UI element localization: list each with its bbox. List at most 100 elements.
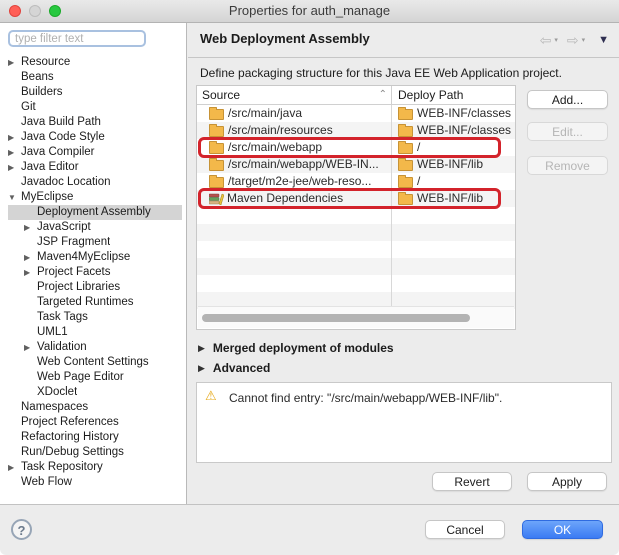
table-row-empty bbox=[197, 258, 515, 275]
sidebar-item-git[interactable]: Git bbox=[8, 100, 182, 115]
section-advanced[interactable]: ▶ Advanced bbox=[198, 361, 270, 375]
sidebar-item-web-flow[interactable]: Web Flow bbox=[8, 475, 182, 490]
cancel-button[interactable]: Cancel bbox=[425, 520, 505, 539]
expand-icon[interactable]: ▶ bbox=[198, 343, 205, 354]
sidebar-item-maven4myeclipse[interactable]: ▶Maven4MyEclipse bbox=[8, 250, 182, 265]
sidebar-item-project-references[interactable]: Project References bbox=[8, 415, 182, 430]
expand-icon[interactable]: ▶ bbox=[8, 145, 21, 160]
folder-icon bbox=[209, 143, 224, 154]
sidebar-item-deployment-assembly[interactable]: Deployment Assembly bbox=[8, 205, 182, 220]
table-row-src-main-java[interactable]: /src/main/javaWEB-INF/classes bbox=[197, 105, 515, 122]
table-row-target-m2e-jee-web-reso[interactable]: /target/m2e-jee/web-reso.../ bbox=[197, 173, 515, 190]
sidebar-item-label: Project Facets bbox=[37, 265, 111, 280]
table-row-src-main-webapp-web-in[interactable]: /src/main/webapp/WEB-IN...WEB-INF/lib bbox=[197, 156, 515, 173]
deploy-path-cell: WEB-INF/lib bbox=[392, 156, 515, 173]
sidebar-item-xdoclet[interactable]: XDoclet bbox=[8, 385, 182, 400]
table-row-maven-dependencies[interactable]: Maven Dependencies WEB-INF/lib bbox=[197, 190, 515, 207]
sidebar-item-run-debug-settings[interactable]: Run/Debug Settings bbox=[8, 445, 182, 460]
expand-icon[interactable]: ▶ bbox=[24, 250, 37, 265]
deploy-path: WEB-INF/lib bbox=[417, 190, 483, 207]
add-button[interactable]: Add... bbox=[527, 90, 608, 109]
ok-button[interactable]: OK bbox=[522, 520, 603, 539]
apply-button[interactable]: Apply bbox=[527, 472, 607, 491]
deploy-path-cell bbox=[392, 258, 515, 275]
folder-icon bbox=[398, 160, 413, 171]
sidebar-item-refactoring-history[interactable]: Refactoring History bbox=[8, 430, 182, 445]
source-path: Maven Dependencies bbox=[227, 190, 343, 207]
sidebar-item-javascript[interactable]: ▶JavaScript bbox=[8, 220, 182, 235]
expand-icon[interactable]: ▶ bbox=[24, 265, 37, 280]
expand-icon[interactable]: ▶ bbox=[8, 460, 21, 475]
sidebar-item-label: Java Compiler bbox=[21, 145, 95, 160]
expand-icon[interactable]: ▶ bbox=[198, 363, 205, 374]
view-menu-icon[interactable]: ▼ bbox=[598, 34, 609, 46]
horizontal-scrollbar[interactable] bbox=[198, 306, 514, 328]
sidebar-item-java-compiler[interactable]: ▶Java Compiler bbox=[8, 145, 182, 160]
sidebar-item-task-repository[interactable]: ▶Task Repository bbox=[8, 460, 182, 475]
sidebar-item-label: Java Editor bbox=[21, 160, 79, 175]
sidebar-item-label: Java Code Style bbox=[21, 130, 105, 145]
expand-icon[interactable]: ▶ bbox=[8, 55, 21, 70]
header-toolbar: ⇦▾ ⇨▾ ▼ bbox=[540, 33, 609, 47]
sidebar-item-label: Resource bbox=[21, 55, 70, 70]
scrollbar-thumb[interactable] bbox=[202, 314, 470, 322]
collapse-icon[interactable]: ▼ bbox=[8, 190, 21, 205]
maven-library-icon bbox=[209, 193, 224, 205]
page-title: Web Deployment Assembly bbox=[200, 31, 370, 46]
sidebar-item-project-libraries[interactable]: Project Libraries bbox=[8, 280, 182, 295]
expand-icon[interactable]: ▶ bbox=[24, 220, 37, 235]
column-header-source[interactable]: Source ⌃ bbox=[197, 86, 392, 104]
sidebar-item-web-page-editor[interactable]: Web Page Editor bbox=[8, 370, 182, 385]
sidebar-item-javadoc-location[interactable]: Javadoc Location bbox=[8, 175, 182, 190]
sidebar-item-myeclipse[interactable]: ▼MyEclipse bbox=[8, 190, 182, 205]
source-cell: /src/main/resources bbox=[197, 122, 392, 139]
sidebar-item-task-tags[interactable]: Task Tags bbox=[8, 310, 182, 325]
sidebar-item-java-editor[interactable]: ▶Java Editor bbox=[8, 160, 182, 175]
sidebar-item-resource[interactable]: ▶Resource bbox=[8, 55, 182, 70]
source-cell: Maven Dependencies bbox=[197, 190, 392, 207]
sidebar-item-project-facets[interactable]: ▶Project Facets bbox=[8, 265, 182, 280]
expand-icon[interactable]: ▶ bbox=[24, 340, 37, 355]
deploy-path: WEB-INF/classes bbox=[417, 105, 511, 122]
revert-button[interactable]: Revert bbox=[432, 472, 512, 491]
sidebar-item-targeted-runtimes[interactable]: Targeted Runtimes bbox=[8, 295, 182, 310]
sidebar-item-namespaces[interactable]: Namespaces bbox=[8, 400, 182, 415]
sidebar-item-jsp-fragment[interactable]: JSP Fragment bbox=[8, 235, 182, 250]
deploy-path-cell bbox=[392, 207, 515, 224]
deploy-path-cell: WEB-INF/classes bbox=[392, 122, 515, 139]
folder-icon bbox=[209, 126, 224, 137]
sidebar-item-beans[interactable]: Beans bbox=[8, 70, 182, 85]
source-column-label: Source bbox=[202, 86, 240, 104]
filter-input[interactable] bbox=[8, 30, 146, 47]
expand-icon[interactable]: ▶ bbox=[8, 130, 21, 145]
sort-ascending-icon: ⌃ bbox=[379, 86, 391, 104]
forward-icon[interactable]: ⇨ bbox=[567, 33, 579, 47]
table-row-src-main-webapp[interactable]: /src/main/webapp/ bbox=[197, 139, 515, 156]
back-menu-icon[interactable]: ▾ bbox=[554, 36, 558, 44]
folder-icon bbox=[209, 177, 224, 188]
sidebar-item-label: Web Content Settings bbox=[37, 355, 149, 370]
sidebar-item-builders[interactable]: Builders bbox=[8, 85, 182, 100]
deploy-path: / bbox=[417, 139, 420, 156]
sidebar-item-label: Task Tags bbox=[37, 310, 88, 325]
deploy-path-cell bbox=[392, 275, 515, 292]
sidebar-item-validation[interactable]: ▶Validation bbox=[8, 340, 182, 355]
sidebar-item-label: Java Build Path bbox=[21, 115, 101, 130]
table-row-empty bbox=[197, 207, 515, 224]
folder-icon bbox=[398, 109, 413, 120]
sidebar-item-java-code-style[interactable]: ▶Java Code Style bbox=[8, 130, 182, 145]
sidebar-item-label: Project Libraries bbox=[37, 280, 120, 295]
table-row-src-main-resources[interactable]: /src/main/resourcesWEB-INF/classes bbox=[197, 122, 515, 139]
sidebar-item-uml1[interactable]: UML1 bbox=[8, 325, 182, 340]
sidebar-item-java-build-path[interactable]: Java Build Path bbox=[8, 115, 182, 130]
forward-menu-icon[interactable]: ▾ bbox=[582, 36, 586, 44]
help-button[interactable]: ? bbox=[11, 519, 32, 540]
expand-icon[interactable]: ▶ bbox=[8, 160, 21, 175]
column-header-deploy-path[interactable]: Deploy Path bbox=[392, 86, 515, 104]
folder-icon bbox=[398, 194, 413, 205]
footer-divider bbox=[0, 504, 619, 505]
folder-icon bbox=[398, 143, 413, 154]
section-merged-deployment[interactable]: ▶ Merged deployment of modules bbox=[198, 341, 394, 355]
sidebar-item-web-content-settings[interactable]: Web Content Settings bbox=[8, 355, 182, 370]
back-icon[interactable]: ⇦ bbox=[540, 33, 552, 47]
